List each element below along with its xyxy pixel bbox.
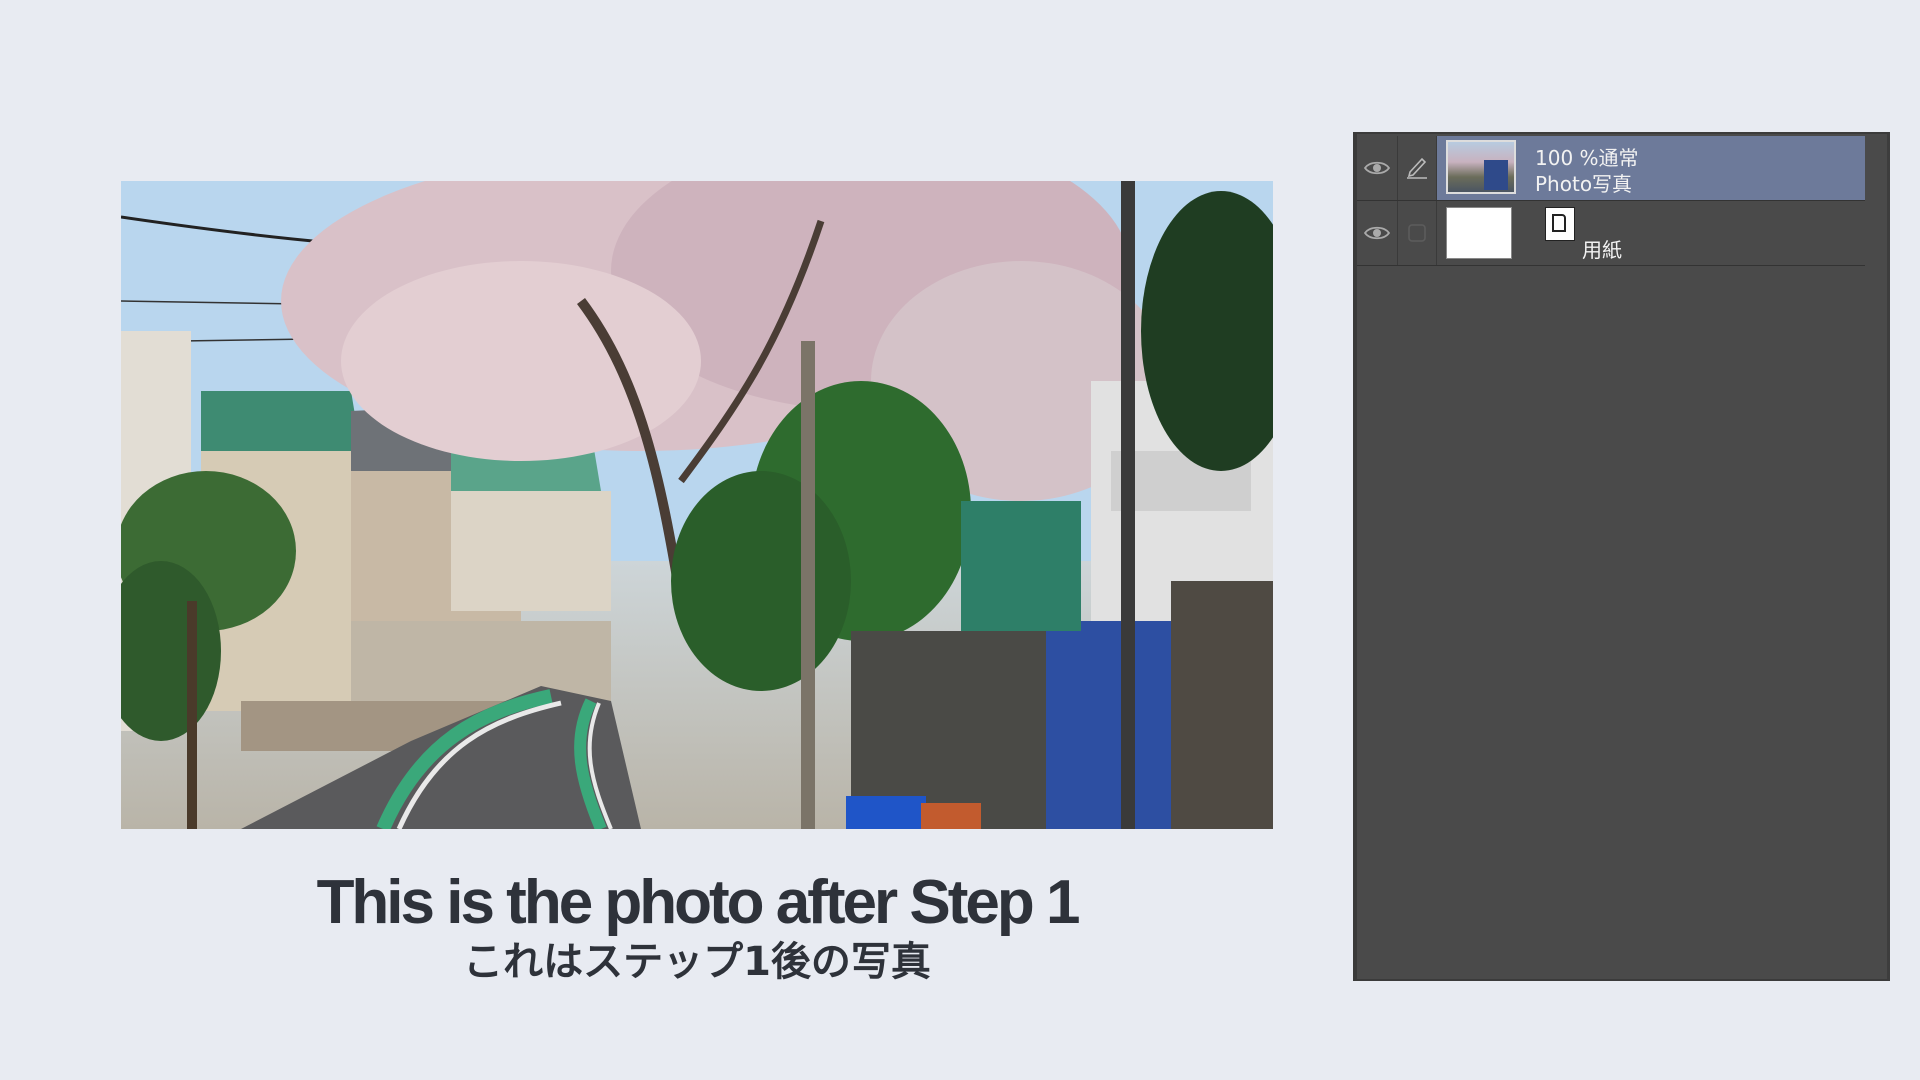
photo-illustration xyxy=(121,181,1273,829)
layer-name-paper: 用紙 xyxy=(1582,238,1622,262)
layer-thumbnail-photo xyxy=(1446,140,1516,194)
layer-thumbnail-paper xyxy=(1446,207,1512,259)
empty-square-icon xyxy=(1408,224,1426,242)
caption-title-english: This is the photo after Step 1 xyxy=(316,868,1081,937)
layer-main-paper[interactable]: 用紙 xyxy=(1437,201,1865,265)
eye-icon xyxy=(1364,161,1390,175)
caption: This is the photo after Step 1 これはステップ1後… xyxy=(121,868,1273,988)
layer-row-paper[interactable]: 用紙 xyxy=(1357,201,1865,266)
layer-edit-indicator[interactable] xyxy=(1398,136,1437,200)
paper-icon xyxy=(1545,207,1575,241)
layer-visibility-toggle[interactable] xyxy=(1357,201,1398,265)
eye-icon xyxy=(1364,226,1390,240)
pen-icon xyxy=(1407,157,1427,179)
caption-title-japanese: これはステップ1後の写真 xyxy=(463,939,931,985)
layer-edit-indicator[interactable] xyxy=(1398,201,1437,265)
layer-row-photo[interactable]: 100 %通常 Photo写真 xyxy=(1357,136,1865,201)
layer-opacity-blend: 100 %通常 xyxy=(1535,146,1639,170)
cherry-blossom-street-photo xyxy=(121,181,1273,829)
layer-name-photo: Photo写真 xyxy=(1535,172,1633,196)
layer-visibility-toggle[interactable] xyxy=(1357,136,1398,200)
layer-main-photo[interactable]: 100 %通常 Photo写真 xyxy=(1437,136,1865,200)
layer-panel: 100 %通常 Photo写真 用紙 xyxy=(1353,132,1890,981)
